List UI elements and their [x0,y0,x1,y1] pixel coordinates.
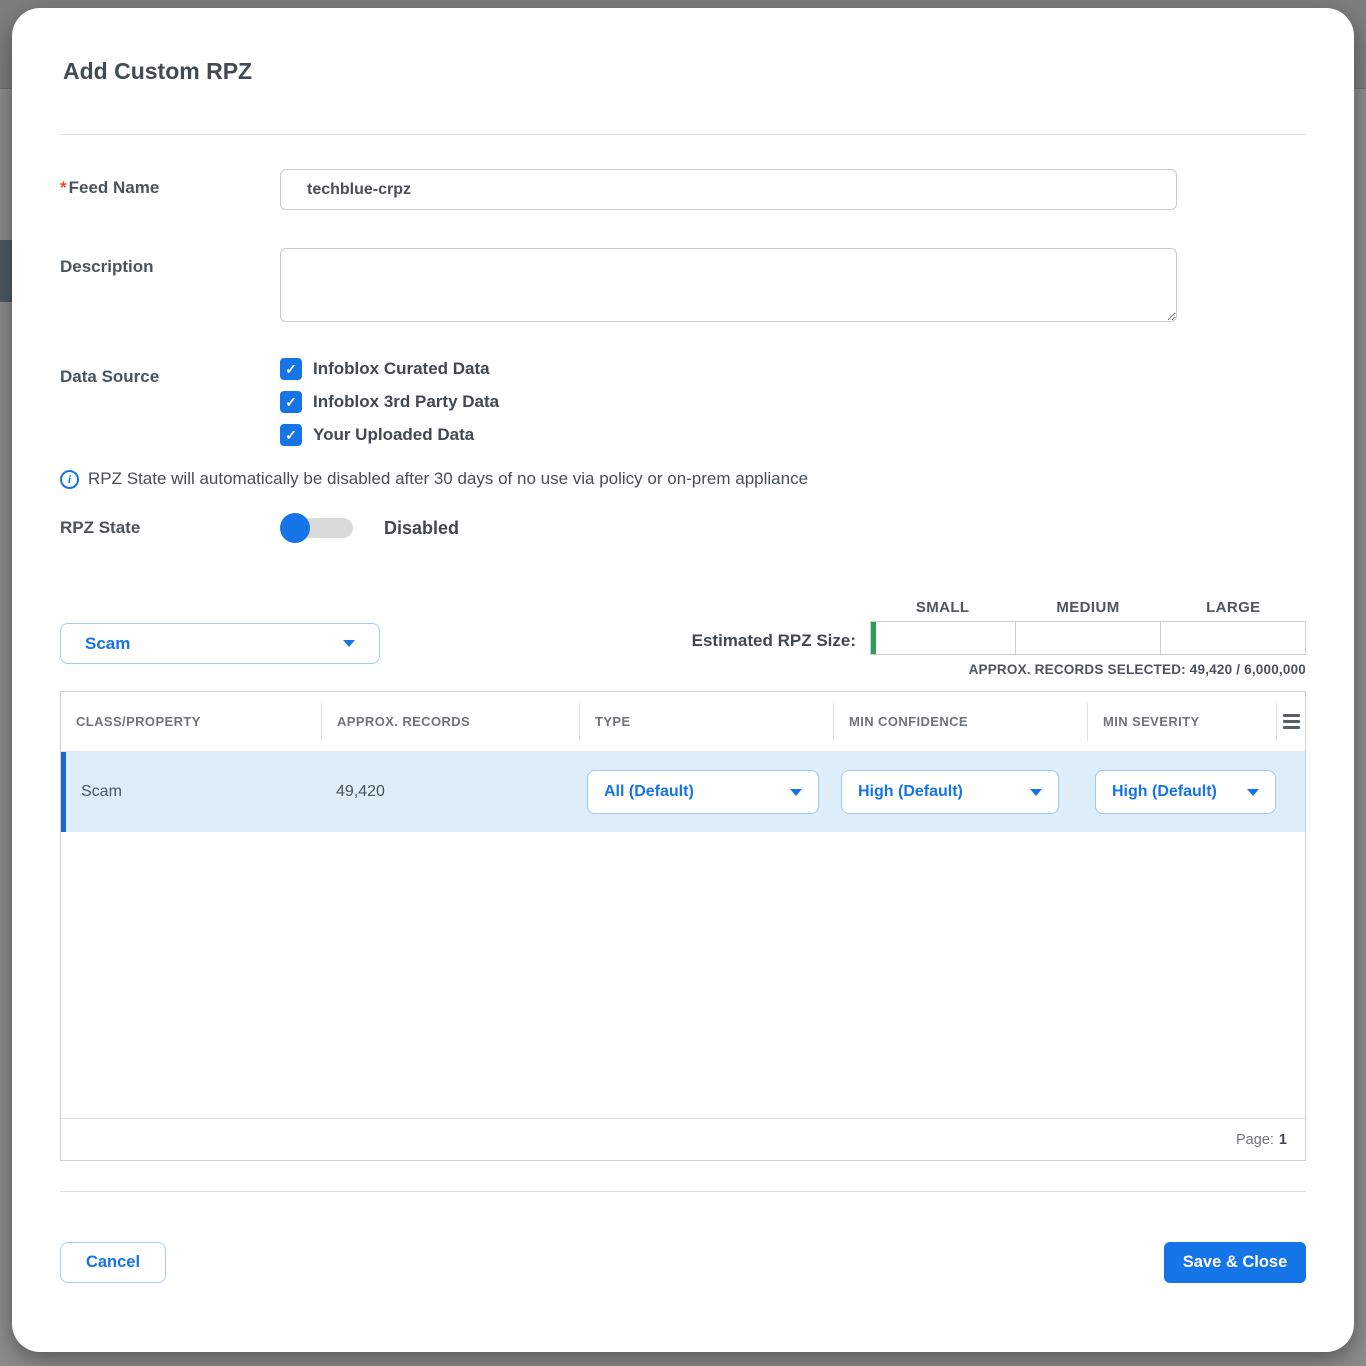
rpz-size-meter-headers: SMALL MEDIUM LARGE [870,599,1306,616]
min-confidence-dropdown[interactable]: High (Default) [841,770,1059,814]
toggle-knob [280,513,310,543]
size-medium-label: MEDIUM [1015,599,1160,616]
rpz-size-meter-bar [870,621,1306,655]
column-header-min-severity[interactable]: MIN SEVERITY [1087,703,1276,741]
page-label: Page: [1236,1132,1274,1148]
cell-approx-records: 49,420 [321,783,579,801]
checkbox-your-uploaded-data[interactable]: ✓ [280,424,302,446]
size-fill-indicator [871,622,876,654]
table-header-row: CLASS/PROPERTY APPROX. RECORDS TYPE MIN … [61,692,1305,752]
checkmark-icon: ✓ [285,361,297,378]
add-custom-rpz-modal: Add Custom RPZ *Feed Name Description Da… [12,8,1354,1352]
data-source-option: ✓ Infoblox Curated Data [280,358,499,380]
size-small-label: SMALL [870,599,1015,616]
rpz-state-label: RPZ State [60,518,280,538]
info-note-text: RPZ State will automatically be disabled… [88,469,808,489]
data-source-row: Data Source ✓ Infoblox Curated Data ✓ In… [60,358,1306,457]
min-severity-dropdown[interactable]: High (Default) [1095,770,1276,814]
column-menu-cell [1276,703,1305,741]
chevron-down-icon [343,640,355,647]
feed-name-row: *Feed Name [60,169,1306,210]
size-large-label: LARGE [1161,599,1306,616]
column-header-approx-records[interactable]: APPROX. RECORDS [321,703,579,741]
required-asterisk: * [60,178,67,197]
checkbox-label: Infoblox Curated Data [313,359,490,379]
backdrop-artifact [0,240,12,302]
estimated-rpz-size: Estimated RPZ Size: SMALL MEDIUM LARGE A… [692,599,1306,677]
size-medium-cell [1015,622,1160,654]
rpz-size-meter: SMALL MEDIUM LARGE APPROX. RECORDS SELEC… [870,599,1306,677]
description-label: Description [60,248,280,277]
cell-class-property: Scam [66,783,321,801]
footer-divider [60,1191,1306,1192]
checkmark-icon: ✓ [285,427,297,444]
size-large-cell [1160,622,1305,654]
threat-class-dropdown[interactable]: Scam [60,623,380,664]
rpz-state-status: Disabled [384,518,459,539]
type-dropdown[interactable]: All (Default) [587,770,819,814]
size-small-cell [871,622,1015,654]
type-dropdown-value: All (Default) [604,783,694,801]
min-confidence-dropdown-value: High (Default) [858,783,963,801]
modal-backdrop: Add Custom RPZ *Feed Name Description Da… [0,0,1366,1366]
column-header-min-confidence[interactable]: MIN CONFIDENCE [833,703,1087,741]
checkbox-infoblox-3rd-party-data[interactable]: ✓ [280,391,302,413]
checkbox-label: Infoblox 3rd Party Data [313,392,499,412]
feed-name-label: *Feed Name [60,169,280,198]
table-empty-area [61,832,1305,1118]
table-pagination: Page: 1 [61,1118,1305,1160]
page-number: 1 [1279,1132,1287,1148]
min-severity-dropdown-value: High (Default) [1112,783,1217,801]
approx-records-selected: APPROX. RECORDS SELECTED: 49,420 / 6,000… [870,662,1306,677]
rpz-state-row: RPZ State Disabled [60,513,1306,543]
save-close-button[interactable]: Save & Close [1164,1242,1306,1283]
data-source-options: ✓ Infoblox Curated Data ✓ Infoblox 3rd P… [280,358,499,457]
chevron-down-icon [790,789,802,796]
modal-title: Add Custom RPZ [63,56,1306,86]
rpz-class-table: CLASS/PROPERTY APPROX. RECORDS TYPE MIN … [60,691,1306,1161]
cell-type: All (Default) [579,770,833,814]
description-input[interactable] [280,248,1177,322]
data-source-option: ✓ Infoblox 3rd Party Data [280,391,499,413]
column-menu-icon[interactable] [1283,714,1300,729]
feed-name-label-text: Feed Name [69,178,160,197]
checkbox-infoblox-curated-data[interactable]: ✓ [280,358,302,380]
feed-name-input[interactable] [280,169,1177,210]
modal-footer: Cancel Save & Close [60,1242,1306,1283]
cancel-button[interactable]: Cancel [60,1242,166,1283]
cell-min-confidence: High (Default) [833,770,1087,814]
chevron-down-icon [1030,789,1042,796]
rpz-state-info-note: i RPZ State will automatically be disabl… [60,469,1306,489]
approx-records-value: 49,420 / 6,000,000 [1190,662,1306,677]
selector-row: Scam Estimated RPZ Size: SMALL MEDIUM LA… [60,599,1306,677]
checkbox-label: Your Uploaded Data [313,425,474,445]
column-header-type[interactable]: TYPE [579,703,833,741]
chevron-down-icon [1247,789,1259,796]
rpz-state-toggle[interactable] [280,513,354,543]
table-row-scam[interactable]: Scam 49,420 All (Default) High (Default) [61,752,1305,832]
column-header-class-property[interactable]: CLASS/PROPERTY [61,703,321,741]
data-source-option: ✓ Your Uploaded Data [280,424,499,446]
title-divider [60,134,1306,135]
info-icon: i [60,470,79,489]
threat-class-dropdown-value: Scam [85,634,130,654]
data-source-label: Data Source [60,358,280,387]
approx-records-label: APPROX. RECORDS SELECTED: [969,662,1186,677]
estimated-rpz-size-label: Estimated RPZ Size: [692,631,856,651]
cell-min-severity: High (Default) [1087,770,1276,814]
description-row: Description [60,248,1306,322]
checkmark-icon: ✓ [285,394,297,411]
